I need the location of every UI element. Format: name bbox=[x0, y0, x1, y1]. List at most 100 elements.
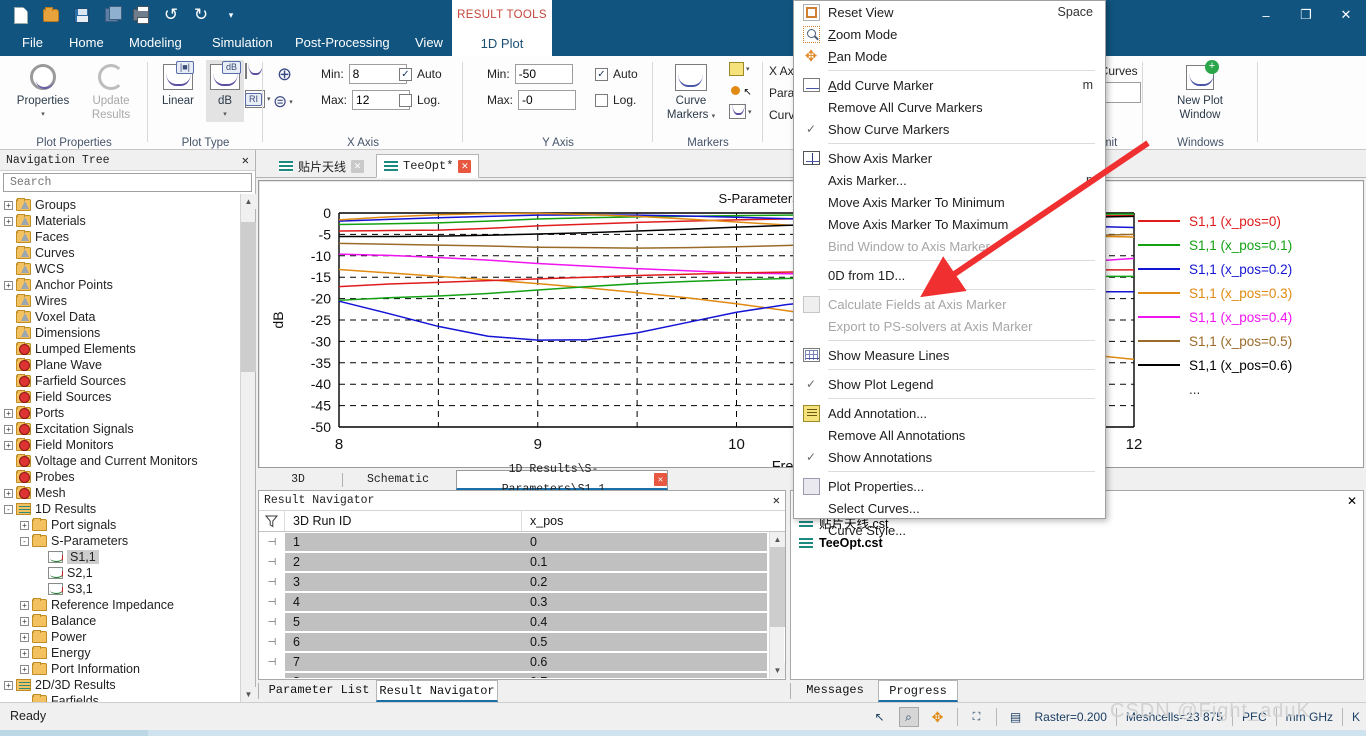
column-header-x-pos[interactable]: x_pos bbox=[522, 511, 785, 531]
row-handle-icon[interactable]: ⊣ bbox=[259, 637, 285, 648]
column-header-run-id[interactable]: 3D Run ID bbox=[285, 511, 522, 531]
ribbon-tab-view[interactable]: View bbox=[403, 30, 455, 56]
menu-item-move-axis-marker-to-maximum[interactable]: Move Axis Marker To Maximum bbox=[794, 213, 1105, 235]
tree-item-curves[interactable]: Curves bbox=[4, 245, 240, 261]
navigation-search[interactable] bbox=[3, 173, 252, 192]
expander-icon[interactable]: + bbox=[4, 440, 13, 450]
menu-item-plot-properties[interactable]: Plot Properties... bbox=[794, 475, 1105, 497]
menu-item-move-axis-marker-to-minimum[interactable]: Move Axis Marker To Minimum bbox=[794, 191, 1105, 213]
zoom-icon[interactable]: ⌕ bbox=[898, 707, 919, 727]
tree-item-balance[interactable]: + Balance bbox=[4, 613, 240, 629]
tree-item-plane-wave[interactable]: Plane Wave bbox=[4, 357, 240, 373]
navigation-search-input[interactable] bbox=[8, 175, 247, 190]
reset-view-icon[interactable]: ⛶ bbox=[967, 707, 987, 727]
row-handle-icon[interactable]: ⊣ bbox=[259, 657, 285, 668]
copy-icon[interactable] bbox=[98, 2, 124, 28]
menu-item-curve-style[interactable]: Curve Style... bbox=[794, 519, 1105, 541]
scroll-up-icon[interactable]: ▲ bbox=[770, 532, 785, 547]
marker-pick-icon[interactable]: ↖ bbox=[731, 84, 752, 98]
curve-markers-button[interactable]: Curve Markers ▾ bbox=[653, 60, 729, 124]
tree-item-field-sources[interactable]: Field Sources bbox=[4, 389, 240, 405]
close-icon[interactable]: ✕ bbox=[773, 493, 780, 508]
tab-progress[interactable]: Progress bbox=[878, 680, 958, 702]
axis-marker-icon[interactable]: ▾ bbox=[729, 104, 752, 119]
scroll-thumb[interactable] bbox=[770, 547, 785, 627]
new-file-icon[interactable] bbox=[8, 2, 34, 28]
tree-item-power[interactable]: + Power bbox=[4, 629, 240, 645]
customize-qat-icon[interactable]: ▾ bbox=[218, 2, 244, 28]
scroll-down-icon[interactable]: ▼ bbox=[241, 687, 256, 702]
ribbon-tab-1d-plot[interactable]: 1D Plot bbox=[452, 30, 552, 56]
menu-item-add-annotation[interactable]: Add Annotation... bbox=[794, 402, 1105, 424]
menu-item-pan-mode[interactable]: ✥ Pan Mode bbox=[794, 45, 1105, 67]
row-handle-icon[interactable]: ⊣ bbox=[259, 557, 285, 568]
legend-item[interactable]: ... bbox=[1138, 377, 1353, 401]
view-tab-1d-results[interactable]: 1D Results\S-Parameters\S1,1 ✕ bbox=[456, 463, 668, 496]
tree-item-1d-results[interactable]: - 1D Results bbox=[4, 501, 240, 517]
close-icon[interactable]: ✕ bbox=[351, 159, 365, 173]
ribbon-tab-home[interactable]: Home bbox=[57, 30, 116, 56]
menu-item-remove-all-curve-markers[interactable]: Remove All Curve Markers bbox=[794, 96, 1105, 118]
menu-item-0d-from-1d[interactable]: 0D from 1D... bbox=[794, 264, 1105, 286]
y-min-input[interactable] bbox=[514, 64, 573, 84]
menu-item-show-curve-markers[interactable]: ✓ Show Curve Markers bbox=[794, 118, 1105, 140]
expander-icon[interactable]: + bbox=[20, 520, 29, 530]
doc-tab-teeopt[interactable]: TeeOpt* ✕ bbox=[376, 154, 480, 178]
tree-item-2d-3d-results[interactable]: +2D/3D Results bbox=[4, 677, 240, 693]
tree-item-s-parameters[interactable]: - S-Parameters bbox=[4, 533, 240, 549]
plot-context-menu[interactable]: Reset View Space Zoom Mode ✥ Pan Mode Add Cur… bbox=[793, 0, 1106, 538]
ribbon-tab-post-processing[interactable]: Post-Processing bbox=[283, 30, 402, 56]
menu-item-add-curve-marker[interactable]: Add Curve Marker m bbox=[794, 74, 1105, 96]
tree-item-farfield-sources[interactable]: Farfield Sources bbox=[4, 373, 240, 389]
tree-item-wcs[interactable]: WCS bbox=[4, 261, 240, 277]
pan-icon[interactable]: ✥ bbox=[928, 707, 948, 727]
tab-messages[interactable]: Messages bbox=[796, 680, 874, 702]
menu-item-show-axis-marker[interactable]: Show Axis Marker bbox=[794, 147, 1105, 169]
y-auto-checkbox[interactable]: ✓ Auto bbox=[595, 67, 638, 81]
table-row[interactable]: ⊣ 1 0 bbox=[259, 532, 769, 552]
tree-item-reference-impedance[interactable]: + Reference Impedance bbox=[4, 597, 240, 613]
limit-row-x-axis[interactable]: X Ax bbox=[769, 64, 794, 78]
close-icon[interactable]: ✕ bbox=[654, 473, 667, 486]
view-tab-3d[interactable]: 3D bbox=[258, 470, 338, 490]
scroll-down-icon[interactable]: ▼ bbox=[770, 663, 785, 678]
table-row[interactable]: ⊣ 6 0.5 bbox=[259, 632, 769, 652]
tree-item-port-signals[interactable]: + Port signals bbox=[4, 517, 240, 533]
db-dropdown-icon[interactable]: ▾ bbox=[206, 108, 244, 122]
legend-item[interactable]: S1,1 (x_pos=0.4) bbox=[1138, 305, 1353, 329]
table-row[interactable]: ⊣ 2 0.1 bbox=[259, 552, 769, 572]
y-max-input[interactable] bbox=[518, 90, 577, 110]
row-handle-icon[interactable]: ⊣ bbox=[259, 577, 285, 588]
tree-item-excitation-signals[interactable]: + Excitation Signals bbox=[4, 421, 240, 437]
save-file-icon[interactable] bbox=[68, 2, 94, 28]
tree-item-lumped-elements[interactable]: Lumped Elements bbox=[4, 341, 240, 357]
expander-icon[interactable]: + bbox=[4, 408, 13, 418]
ribbon-tab-file[interactable]: File bbox=[10, 30, 55, 56]
x-min-input[interactable] bbox=[348, 64, 407, 84]
tree-item-s2-1[interactable]: S2,1 bbox=[4, 565, 240, 581]
expander-icon[interactable]: + bbox=[4, 280, 13, 290]
row-handle-icon[interactable]: ⊣ bbox=[259, 537, 285, 548]
tab-parameter-list[interactable]: Parameter List bbox=[264, 680, 374, 702]
tree-item-mesh[interactable]: + Mesh bbox=[4, 485, 240, 501]
print-icon[interactable] bbox=[128, 2, 154, 28]
expander-icon[interactable]: + bbox=[20, 648, 29, 658]
db-plot-button[interactable]: dB dB ▾ bbox=[206, 60, 244, 122]
properties-dropdown-icon[interactable]: ▾ bbox=[6, 108, 80, 122]
tab-result-navigator[interactable]: Result Navigator bbox=[376, 680, 498, 702]
report-icon[interactable]: ▤ bbox=[1006, 707, 1026, 727]
menu-item-show-plot-legend[interactable]: ✓ Show Plot Legend bbox=[794, 373, 1105, 395]
scroll-up-icon[interactable]: ▲ bbox=[241, 194, 256, 209]
expander-icon[interactable]: + bbox=[4, 216, 13, 226]
linear-plot-button[interactable]: |■| Linear bbox=[150, 60, 206, 108]
menu-item-show-annotations[interactable]: ✓ Show Annotations bbox=[794, 446, 1105, 468]
menu-item-zoom-mode[interactable]: Zoom Mode bbox=[794, 23, 1105, 45]
properties-button[interactable]: Properties ▾ bbox=[6, 60, 80, 122]
menu-item-reset-view[interactable]: Reset View Space bbox=[794, 1, 1105, 23]
tree-item-faces[interactable]: Faces bbox=[4, 229, 240, 245]
legend-item[interactable]: S1,1 (x_pos=0) bbox=[1138, 209, 1353, 233]
row-handle-icon[interactable]: ⊣ bbox=[259, 597, 285, 608]
close-icon[interactable]: ✕ bbox=[1347, 494, 1357, 508]
close-button[interactable]: ✕ bbox=[1326, 0, 1366, 30]
tree-item-dimensions[interactable]: Dimensions bbox=[4, 325, 240, 341]
